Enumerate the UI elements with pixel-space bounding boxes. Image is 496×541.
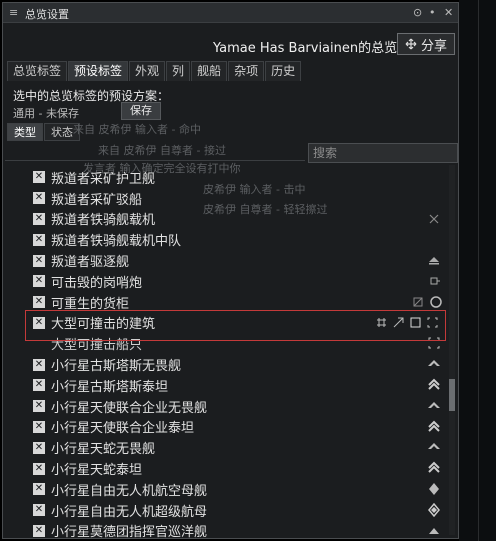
list-item[interactable]: ✕ 小行星古斯塔斯无畏舰 <box>25 354 445 375</box>
titan-icon <box>428 461 440 473</box>
highlight-box <box>25 310 446 341</box>
list-item[interactable]: ✕ 小行星天使联合企业泰坦 <box>25 417 445 438</box>
subtab-types[interactable]: 类型 <box>7 123 43 141</box>
fighter-icon <box>429 214 439 224</box>
dreadnought-icon <box>428 360 440 367</box>
list-item[interactable]: ✕ 小行星天蛇泰坦 <box>25 458 445 479</box>
carrier-icon <box>429 482 439 495</box>
checkbox[interactable]: ✕ <box>33 504 45 517</box>
titan-icon <box>428 378 440 390</box>
main-tabs: 总览标签 预设标签 外观 列 舰船 杂项 历史 <box>7 61 302 81</box>
list-item[interactable]: ✕ 小行星莫德团指挥官巡洋舰 <box>25 521 445 538</box>
cruiser-icon <box>429 527 439 534</box>
titan-icon <box>428 420 440 432</box>
checkbox[interactable]: ✕ <box>33 441 45 454</box>
tab-presets[interactable]: 预设标签 <box>68 61 129 81</box>
hamburger-icon[interactable]: ≡ <box>9 6 18 19</box>
window-title: 总览设置 <box>25 8 69 21</box>
divider <box>5 160 305 161</box>
list-item[interactable]: ✕ 叛道者铁骑舰载机 <box>25 209 445 230</box>
list-item[interactable]: ✕ 小行星天蛇无畏舰 <box>25 437 445 458</box>
dreadnought-icon <box>428 443 440 450</box>
filter-subtabs: 类型 状态 <box>7 123 81 141</box>
tab-history[interactable]: 历史 <box>265 61 302 81</box>
list-item[interactable]: ✕ 小行星自由无人机航空母舰 <box>25 479 445 500</box>
checkbox[interactable]: ✕ <box>33 275 45 288</box>
checkbox[interactable]: ✕ <box>33 171 45 184</box>
save-button[interactable]: 保存 <box>121 102 161 120</box>
checkbox[interactable]: ✕ <box>33 420 45 433</box>
close-icon[interactable]: ✕ <box>444 6 453 19</box>
minimize-icon[interactable]: • <box>429 6 436 19</box>
preset-value: 通用 - 未保存 <box>13 107 79 120</box>
list-item[interactable]: ✕ 叛道者采矿护卫舰 <box>25 167 445 188</box>
checkbox[interactable]: ✕ <box>33 400 45 413</box>
tab-columns[interactable]: 列 <box>166 61 191 81</box>
title-bar[interactable]: ≡ 总览设置 ⊙ • ✕ <box>3 3 458 23</box>
tab-overview-tabs[interactable]: 总览标签 <box>7 61 68 81</box>
checkbox[interactable]: ✕ <box>33 192 45 205</box>
destroyer-icon <box>429 257 439 265</box>
list-item[interactable]: ✕ 小行星自由无人机超级航母 <box>25 500 445 521</box>
list-item[interactable]: ✕ 小行星天使联合企业无畏舰 <box>25 396 445 417</box>
list-item[interactable]: ✕ 叛道者铁骑舰载机中队 <box>25 229 445 250</box>
checkbox[interactable]: ✕ <box>33 379 45 392</box>
checkbox[interactable]: ✕ <box>33 233 45 246</box>
checkbox[interactable]: ✕ <box>33 524 45 537</box>
type-list: ✕ 叛道者采矿护卫舰 ✕ 叛道者采矿驳船 ✕ 叛道者铁骑舰载机 ✕ 叛道者铁骑舰载机中队… <box>25 167 445 538</box>
list-item[interactable]: ✕ 小行星古斯塔斯泰坦 <box>25 375 445 396</box>
tab-appearance[interactable]: 外观 <box>129 61 166 81</box>
tab-misc[interactable]: 杂项 <box>228 61 265 81</box>
list-item[interactable]: ✕ 叛道者驱逐舰 <box>25 250 445 271</box>
checkbox[interactable]: ✕ <box>33 462 45 475</box>
share-label: 分享 <box>420 38 447 54</box>
checkbox[interactable]: ✕ <box>33 212 45 225</box>
container-icon <box>430 296 442 308</box>
ghost-combat-log-line: 来自 皮希伊 自尊者 - 接过 <box>98 144 226 157</box>
checkbox[interactable]: ✕ <box>33 296 45 309</box>
filter-icon <box>413 297 423 307</box>
checkbox[interactable]: ✕ <box>33 254 45 267</box>
dreadnought-icon <box>428 401 440 408</box>
overview-owner-title: Yamae Has Barviainen的总览 <box>213 41 398 56</box>
divider <box>478 0 479 541</box>
checkbox[interactable]: ✕ <box>33 358 45 371</box>
checkbox[interactable]: ✕ <box>33 483 45 496</box>
overview-settings-window: ≡ 总览设置 ⊙ • ✕ Yamae Has Barviainen的总览 分享 … <box>2 2 459 539</box>
ghost-combat-log-line: 来自 皮希伊 输入者 - 命中 <box>73 123 201 136</box>
search-input[interactable]: 搜索 <box>308 143 458 163</box>
supercarrier-icon <box>428 502 440 517</box>
sentry-icon <box>430 277 440 285</box>
tab-ships[interactable]: 舰船 <box>191 61 228 81</box>
scrollbar[interactable] <box>449 165 455 535</box>
share-button[interactable]: 分享 <box>397 33 455 55</box>
settings-icon[interactable]: ⊙ <box>413 6 422 19</box>
list-item[interactable]: ✕ 可击毁的岗哨炮 <box>25 271 445 292</box>
share-icon <box>405 38 417 50</box>
list-item[interactable]: ✕ 叛道者采矿驳船 <box>25 188 445 209</box>
scroll-thumb[interactable] <box>449 379 455 411</box>
